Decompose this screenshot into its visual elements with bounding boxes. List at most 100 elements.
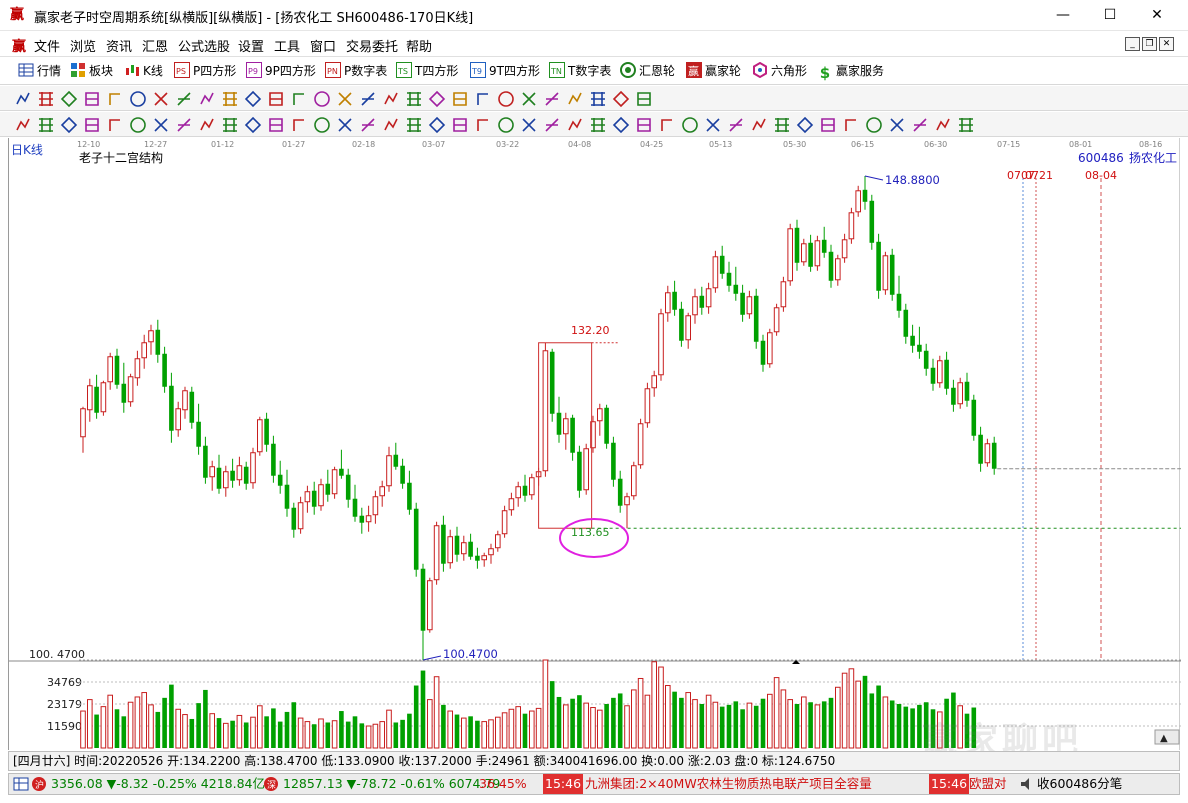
chart-panel[interactable]: 12-10 12-27 01-12 01-27 02-18 03-07 03-22 04-08…: [8, 138, 1181, 750]
hexagon-button[interactable]: 六角形: [752, 61, 807, 81]
t-number-button[interactable]: TN T数字表: [549, 62, 611, 81]
grid-d-icon[interactable]: [106, 116, 124, 134]
table-icon[interactable]: [911, 116, 929, 134]
hand-icon[interactable]: [428, 90, 446, 108]
close-button[interactable]: ✕: [1134, 0, 1180, 31]
fib-b-icon[interactable]: [543, 116, 561, 134]
diamond-d-icon[interactable]: [359, 90, 377, 108]
kline-button[interactable]: K线: [124, 62, 163, 81]
print-icon[interactable]: [612, 90, 630, 108]
menu-huien[interactable]: 汇恩: [142, 36, 168, 55]
mdi-close-button[interactable]: ✕: [1159, 37, 1174, 51]
winner-service-button[interactable]: $ 赢家服务: [817, 62, 884, 82]
menu-info[interactable]: 资讯: [106, 36, 132, 55]
bar-b-icon[interactable]: [382, 116, 400, 134]
sh-index[interactable]: 3356.08 ▼-8.32 -0.25% 4218.84亿: [51, 774, 265, 794]
trend-icon[interactable]: [221, 116, 239, 134]
save-icon[interactable]: [635, 90, 653, 108]
target-a-icon[interactable]: [244, 116, 262, 134]
percent-icon[interactable]: [612, 116, 630, 134]
level-c-icon[interactable]: [842, 116, 860, 134]
p-square-button[interactable]: PS P四方形: [174, 62, 236, 81]
level-d-icon[interactable]: [865, 116, 883, 134]
measure-icon[interactable]: [727, 116, 745, 134]
maximize-button[interactable]: ☐: [1087, 0, 1133, 31]
speaker-icon[interactable]: [1019, 776, 1035, 794]
bracket-icon[interactable]: [336, 116, 354, 134]
stack-icon[interactable]: [589, 116, 607, 134]
level-a-icon[interactable]: [750, 116, 768, 134]
slope-a-icon[interactable]: [796, 116, 814, 134]
diamond-f-icon[interactable]: [405, 90, 423, 108]
grid-c-icon[interactable]: [83, 116, 101, 134]
calendar-icon[interactable]: [543, 90, 561, 108]
9p-square-button[interactable]: P9 9P四方形: [246, 62, 316, 81]
9t-square-button[interactable]: T9 9T四方形: [470, 62, 540, 81]
bar-a-icon[interactable]: [359, 116, 377, 134]
minimize-button[interactable]: —: [1040, 0, 1086, 31]
grid-e-icon[interactable]: [129, 116, 147, 134]
mdi-minimize-button[interactable]: _: [1125, 37, 1140, 51]
mdi-restore-button[interactable]: ❐: [1142, 37, 1157, 51]
p-number-button[interactable]: PN P数字表: [325, 62, 387, 81]
diamond-e-icon[interactable]: [382, 90, 400, 108]
price-book-icon[interactable]: [60, 90, 78, 108]
line-b-icon[interactable]: [497, 116, 515, 134]
grid-a-icon[interactable]: [37, 116, 55, 134]
cycle-tool-icon[interactable]: [520, 90, 538, 108]
menu-settings[interactable]: 设置: [238, 36, 264, 55]
diamond-a-icon[interactable]: [290, 90, 308, 108]
quotes-button[interactable]: 行情: [18, 62, 61, 81]
bars-type-icon[interactable]: [106, 90, 124, 108]
first-icon[interactable]: [198, 90, 216, 108]
news-text[interactable]: 九洲集团:2×40MW农林生物质热电联产项目全容量: [585, 774, 872, 794]
split-icon[interactable]: [704, 116, 722, 134]
winner-wheel-button[interactable]: 赢赢家轮: [686, 62, 741, 81]
bar-c-icon[interactable]: [405, 116, 423, 134]
menu-tools[interactable]: 工具: [274, 36, 300, 55]
chart-type-icon[interactable]: [83, 90, 101, 108]
pen-icon[interactable]: [14, 116, 32, 134]
menu-file[interactable]: 文件: [34, 36, 60, 55]
arrow-line-icon[interactable]: [635, 116, 653, 134]
coin-b-icon[interactable]: [681, 116, 699, 134]
ring-a-icon[interactable]: [152, 116, 170, 134]
export-icon[interactable]: [589, 90, 607, 108]
kline-chart[interactable]: 12-10 12-27 01-12 01-27 02-18 03-07 03-22 04-08…: [9, 138, 1181, 750]
slope-b-icon[interactable]: [819, 116, 837, 134]
next-icon[interactable]: [267, 90, 285, 108]
indicator-icon[interactable]: [175, 90, 193, 108]
target-b-icon[interactable]: [267, 116, 285, 134]
dropdown-icon[interactable]: [129, 90, 147, 108]
sz-index[interactable]: 12857.13 ▼-78.72 -0.61% 6074.79: [283, 774, 500, 794]
sector-button[interactable]: 板块: [70, 62, 113, 81]
huien-wheel-button[interactable]: 汇恩轮: [620, 62, 675, 81]
last-icon[interactable]: [221, 90, 239, 108]
cross-a-icon[interactable]: [290, 116, 308, 134]
yin-yang-icon[interactable]: [934, 116, 952, 134]
grid-g-icon[interactable]: [198, 116, 216, 134]
infinity-icon[interactable]: [957, 116, 975, 134]
line-a-icon[interactable]: [474, 116, 492, 134]
zoom-fit-icon[interactable]: [37, 90, 55, 108]
level-b-icon[interactable]: [773, 116, 791, 134]
diamond-b-icon[interactable]: [313, 90, 331, 108]
pillar-icon[interactable]: [428, 116, 446, 134]
menu-formula[interactable]: 公式选股: [178, 36, 230, 55]
fib-tool-icon[interactable]: [497, 90, 515, 108]
menu-help[interactable]: 帮助: [406, 36, 432, 55]
formula-icon[interactable]: [152, 90, 170, 108]
fib-c-icon[interactable]: [566, 116, 584, 134]
level-e-icon[interactable]: [888, 116, 906, 134]
menu-browse[interactable]: 浏览: [70, 36, 96, 55]
line-tool-icon[interactable]: [474, 90, 492, 108]
crosshair-icon[interactable]: [451, 90, 469, 108]
layout-icon[interactable]: [14, 90, 32, 108]
menu-window[interactable]: 窗口: [310, 36, 336, 55]
menu-trade[interactable]: 交易委托: [346, 36, 398, 55]
grid-b-icon[interactable]: [60, 116, 78, 134]
prev-icon[interactable]: [244, 90, 262, 108]
diamond-c-icon[interactable]: [336, 90, 354, 108]
news-text-2[interactable]: 欧盟对: [969, 774, 1007, 794]
cross-b-icon[interactable]: [313, 116, 331, 134]
